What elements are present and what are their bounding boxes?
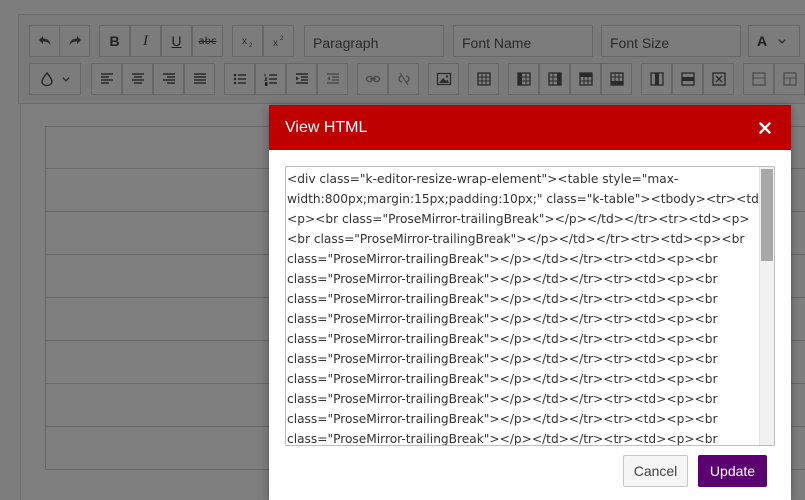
html-source-line: <p><br class="ProseMirror-trailingBreak"… (287, 212, 750, 226)
html-source-line: class="ProseMirror-trailingBreak"></p></… (287, 252, 718, 266)
html-source-line: class="ProseMirror-trailingBreak"></p></… (287, 412, 718, 426)
update-button[interactable]: Update (698, 455, 767, 487)
html-source-line: class="ProseMirror-trailingBreak"></p></… (287, 312, 718, 326)
dialog-body: <div class="k-editor-resize-wrap-element… (269, 150, 791, 446)
html-source-line: class="ProseMirror-trailingBreak"></p></… (287, 332, 718, 346)
html-source-line: class="ProseMirror-trailingBreak"></p></… (287, 392, 718, 406)
html-source-line: class="ProseMirror-trailingBreak"></p></… (287, 432, 718, 446)
dialog-title: View HTML (285, 118, 368, 136)
html-source-line: <div class="k-editor-resize-wrap-element… (287, 172, 679, 186)
scrollbar-thumb[interactable] (761, 169, 773, 261)
html-source-line: class="ProseMirror-trailingBreak"></p></… (287, 352, 718, 366)
html-source-line: <br class="ProseMirror-trailingBreak"></… (287, 232, 745, 246)
view-html-dialog: View HTML <div class="k-editor-resize-wr… (269, 105, 791, 500)
html-source-line: class="ProseMirror-trailingBreak"></p></… (287, 292, 718, 306)
html-source-line: width:800px;margin:15px;padding:10px;" c… (287, 192, 770, 206)
close-icon (759, 121, 771, 134)
html-source-line: class="ProseMirror-trailingBreak"></p></… (287, 372, 718, 386)
dialog-header: View HTML (269, 105, 791, 150)
cancel-button[interactable]: Cancel (623, 455, 688, 487)
dialog-footer: Cancel Update (623, 455, 767, 487)
close-button[interactable] (757, 120, 773, 136)
textarea-scrollbar[interactable] (759, 167, 774, 445)
html-source-line: class="ProseMirror-trailingBreak"></p></… (287, 272, 718, 286)
html-source-text: <div class="k-editor-resize-wrap-element… (287, 169, 770, 446)
html-source-textarea[interactable]: <div class="k-editor-resize-wrap-element… (285, 166, 775, 446)
